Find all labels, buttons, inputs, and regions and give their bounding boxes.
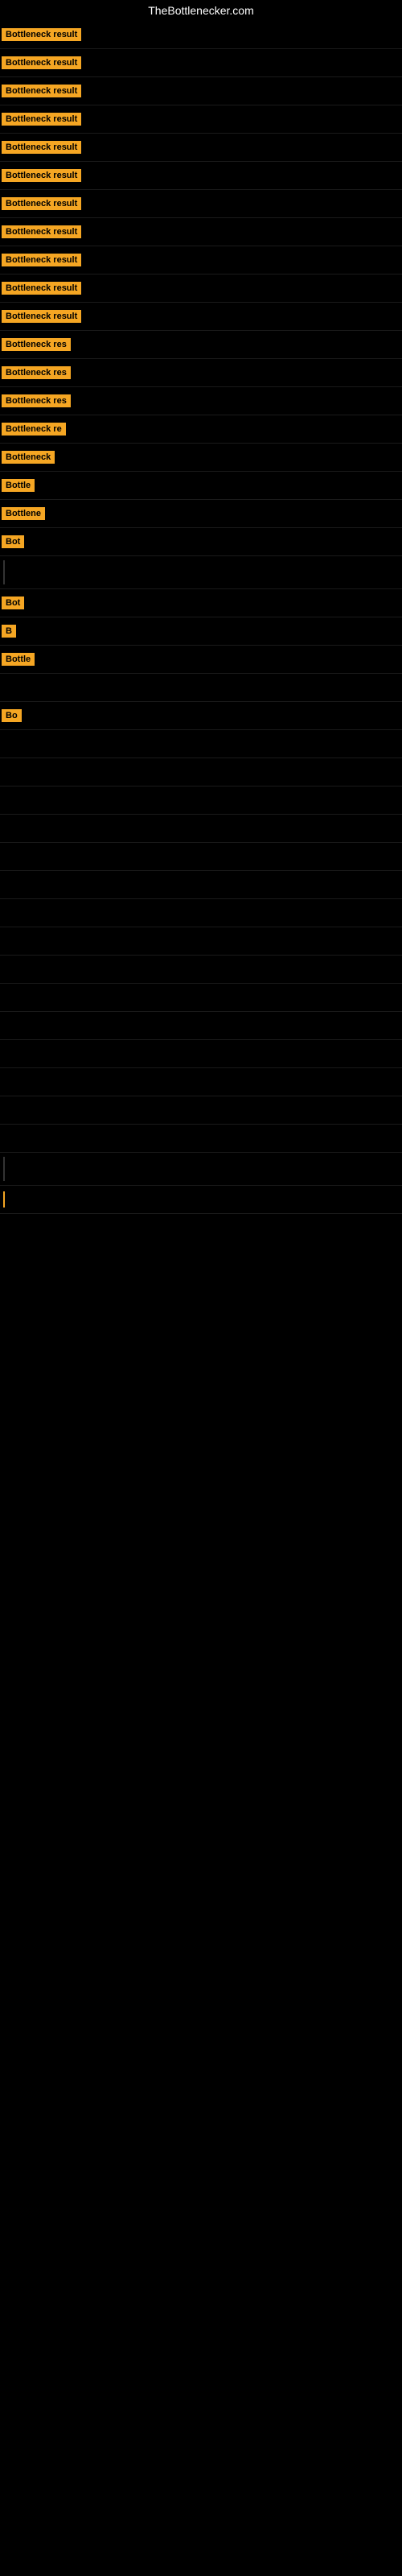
list-item bbox=[0, 871, 402, 899]
bottleneck-result-badge: Bot bbox=[2, 597, 24, 609]
list-item: Bottleneck re bbox=[0, 415, 402, 444]
list-item: Bottleneck result bbox=[0, 246, 402, 275]
list-item bbox=[0, 956, 402, 984]
list-item: Bottleneck result bbox=[0, 162, 402, 190]
bottleneck-result-badge: Bottlene bbox=[2, 507, 45, 520]
list-item bbox=[0, 674, 402, 702]
list-item: Bottlene bbox=[0, 500, 402, 528]
bottleneck-result-badge: Bottleneck result bbox=[2, 113, 81, 126]
bottleneck-result-badge: Bottleneck result bbox=[2, 56, 81, 69]
list-item: Bottle bbox=[0, 646, 402, 674]
list-item: Bottle bbox=[0, 472, 402, 500]
bottleneck-result-badge: Bot bbox=[2, 535, 24, 548]
list-item: Bot bbox=[0, 589, 402, 617]
list-item: Bo bbox=[0, 702, 402, 730]
bottleneck-result-badge: Bottle bbox=[2, 653, 35, 666]
small-vertical-divider bbox=[3, 1191, 5, 1208]
bottleneck-result-badge: Bottleneck result bbox=[2, 282, 81, 295]
list-item bbox=[0, 815, 402, 843]
list-item: Bot bbox=[0, 528, 402, 556]
list-item: Bottleneck bbox=[0, 444, 402, 472]
bottleneck-result-badge: Bottleneck res bbox=[2, 338, 71, 351]
list-item: Bottleneck res bbox=[0, 331, 402, 359]
bottleneck-result-badge: Bottleneck bbox=[2, 451, 55, 464]
bottleneck-result-badge: Bottleneck result bbox=[2, 197, 81, 210]
bottleneck-result-badge: Bottleneck result bbox=[2, 169, 81, 182]
list-item bbox=[0, 1068, 402, 1096]
bottleneck-result-badge: Bottleneck re bbox=[2, 423, 66, 436]
list-item: Bottleneck result bbox=[0, 49, 402, 77]
list-item bbox=[0, 1096, 402, 1125]
bottleneck-result-badge: Bottleneck result bbox=[2, 254, 81, 266]
list-item bbox=[0, 556, 402, 589]
list-item: Bottleneck result bbox=[0, 21, 402, 49]
list-item bbox=[0, 984, 402, 1012]
list-item bbox=[0, 1012, 402, 1040]
bottleneck-result-badge: Bottleneck res bbox=[2, 366, 71, 379]
bottleneck-result-badge: Bottleneck result bbox=[2, 310, 81, 323]
list-item bbox=[0, 1153, 402, 1186]
list-item bbox=[0, 843, 402, 871]
bottleneck-result-badge: Bottleneck result bbox=[2, 85, 81, 97]
vertical-divider bbox=[3, 1157, 5, 1181]
list-item: Bottleneck result bbox=[0, 105, 402, 134]
site-title: TheBottlenecker.com bbox=[0, 0, 402, 21]
list-item: Bottleneck result bbox=[0, 303, 402, 331]
list-item: Bottleneck res bbox=[0, 387, 402, 415]
bottleneck-result-badge: Bo bbox=[2, 709, 22, 722]
list-item: Bottleneck res bbox=[0, 359, 402, 387]
list-item bbox=[0, 1040, 402, 1068]
bottleneck-result-badge: Bottleneck result bbox=[2, 141, 81, 154]
bottleneck-result-badge: Bottleneck result bbox=[2, 225, 81, 238]
list-item: Bottleneck result bbox=[0, 190, 402, 218]
list-item: Bottleneck result bbox=[0, 134, 402, 162]
bottleneck-result-badge: Bottleneck result bbox=[2, 28, 81, 41]
list-item: Bottleneck result bbox=[0, 77, 402, 105]
list-item: Bottleneck result bbox=[0, 275, 402, 303]
list-item bbox=[0, 899, 402, 927]
list-item bbox=[0, 758, 402, 786]
bottleneck-result-badge: Bottleneck res bbox=[2, 394, 71, 407]
list-item bbox=[0, 927, 402, 956]
list-item: Bottleneck result bbox=[0, 218, 402, 246]
list-item bbox=[0, 786, 402, 815]
vertical-divider bbox=[3, 560, 5, 584]
list-item: B bbox=[0, 617, 402, 646]
bottleneck-result-badge: B bbox=[2, 625, 16, 638]
bottleneck-result-badge: Bottle bbox=[2, 479, 35, 492]
list-item bbox=[0, 1125, 402, 1153]
list-item bbox=[0, 730, 402, 758]
list-item bbox=[0, 1186, 402, 1214]
